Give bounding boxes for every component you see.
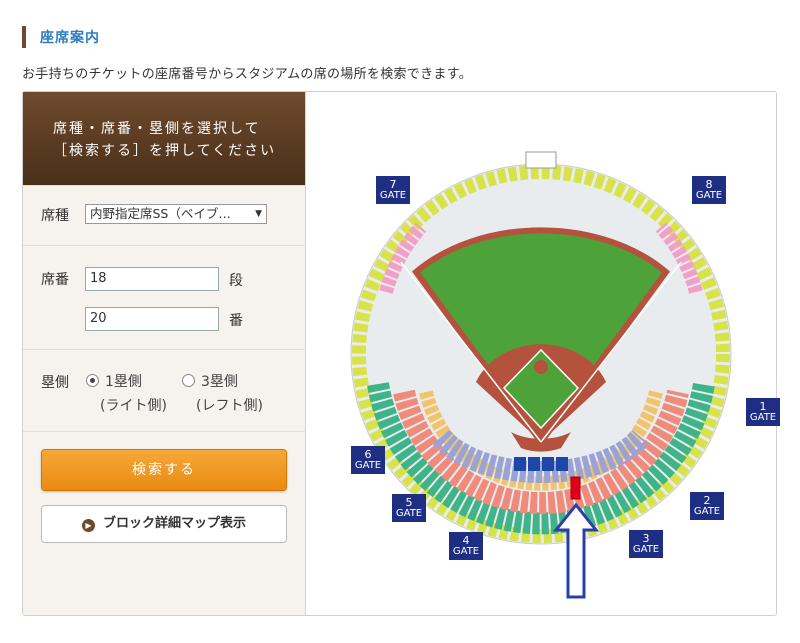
gate-7-num: 7 [389, 178, 397, 191]
gate-3-num: 3 [642, 532, 650, 545]
title-bar-accent [22, 26, 26, 48]
gate-1: 1 GATE [746, 398, 780, 426]
gate-5-num: 5 [405, 496, 413, 509]
seat-block-dark-blue [528, 457, 540, 471]
chevron-right-icon: ▶ [81, 519, 95, 532]
search-button[interactable]: 検索する [41, 449, 287, 491]
gate-4: 4 GATE [449, 532, 483, 560]
dropdown-arrow-icon: ▼ [255, 209, 262, 219]
instruction-line-1: 席種・席番・塁側を選択して [53, 121, 261, 137]
base-side-row: 塁側 1塁側 (ライト側) 3塁側 (レフト側) [23, 349, 306, 431]
instruction-line-2: ［検索する］を押してください [53, 143, 277, 159]
gate-1-label: GATE [749, 412, 777, 423]
instruction-banner: 席種・席番・塁側を選択して ［検索する］を押してください [23, 92, 305, 185]
first-base-radio[interactable] [86, 374, 99, 387]
third-base-sublabel: (レフト側) [196, 398, 263, 414]
first-base-sublabel: (ライト側) [100, 398, 167, 414]
search-form: 席種・席番・塁側を選択して ［検索する］を押してください 席種 内野指定席SS（… [23, 92, 306, 615]
row-input[interactable]: 18 [85, 267, 219, 291]
scoreboard [525, 151, 557, 169]
gate-4-label: GATE [452, 546, 480, 557]
highlighted-seat-block [570, 476, 581, 500]
page-title: 座席案内 [40, 30, 100, 46]
stadium-map: 7 GATE 8 GATE 1 GATE 6 GATE 5 GATE 2 GATE 4 GAT… [306, 92, 780, 615]
gate-8-label: GATE [695, 190, 723, 201]
stadium-diagram [350, 151, 732, 599]
seat-type-row: 席種 内野指定席SS（ベイブ… ▼ [23, 185, 306, 245]
gate-6-label: GATE [354, 460, 382, 471]
gate-3: 3 GATE [629, 530, 663, 558]
pitchers-mound [534, 360, 548, 374]
gate-7-label: GATE [379, 190, 407, 201]
block-map-button-label: ブロック詳細マップ表示 [102, 516, 246, 531]
gate-3-label: GATE [632, 544, 660, 555]
first-base-label: 1塁側 [105, 374, 142, 390]
gate-2: 2 GATE [690, 492, 724, 520]
block-map-button[interactable]: ▶ ブロック詳細マップ表示 [41, 505, 287, 543]
gate-8-num: 8 [705, 178, 713, 191]
seat-type-label: 席種 [41, 208, 69, 224]
gate-2-label: GATE [693, 506, 721, 517]
seat-search-panel: 席種・席番・塁側を選択して ［検索する］を押してください 席種 内野指定席SS（… [22, 91, 780, 616]
base-side-label: 塁側 [41, 375, 69, 391]
seat-type-select[interactable]: 内野指定席SS（ベイブ… ▼ [85, 204, 267, 224]
gate-2-num: 2 [703, 494, 711, 507]
seat-block-dark-blue [556, 457, 568, 471]
gate-7: 7 GATE [376, 176, 410, 204]
gate-4-num: 4 [462, 534, 470, 547]
seat-type-value: 内野指定席SS（ベイブ… [90, 206, 231, 221]
third-base-label: 3塁側 [201, 374, 238, 390]
row-unit: 段 [229, 273, 243, 289]
gate-1-num: 1 [759, 400, 767, 413]
third-base-radio[interactable] [182, 374, 195, 387]
number-unit: 番 [229, 313, 243, 329]
seat-block-dark-blue [514, 457, 526, 471]
gate-6-num: 6 [364, 448, 372, 461]
seat-number-row: 席番 18 段 20 番 [23, 245, 306, 349]
gate-6: 6 GATE [351, 446, 385, 474]
section-title: 座席案内 [22, 26, 100, 48]
gate-8: 8 GATE [692, 176, 726, 204]
gate-5: 5 GATE [392, 494, 426, 522]
number-input[interactable]: 20 [85, 307, 219, 331]
intro-text: お手持ちのチケットの座席番号からスタジアムの席の場所を検索できます。 [22, 67, 472, 82]
seat-block-dark-blue [542, 457, 554, 471]
seat-number-label: 席番 [41, 272, 69, 288]
gate-5-label: GATE [395, 508, 423, 519]
